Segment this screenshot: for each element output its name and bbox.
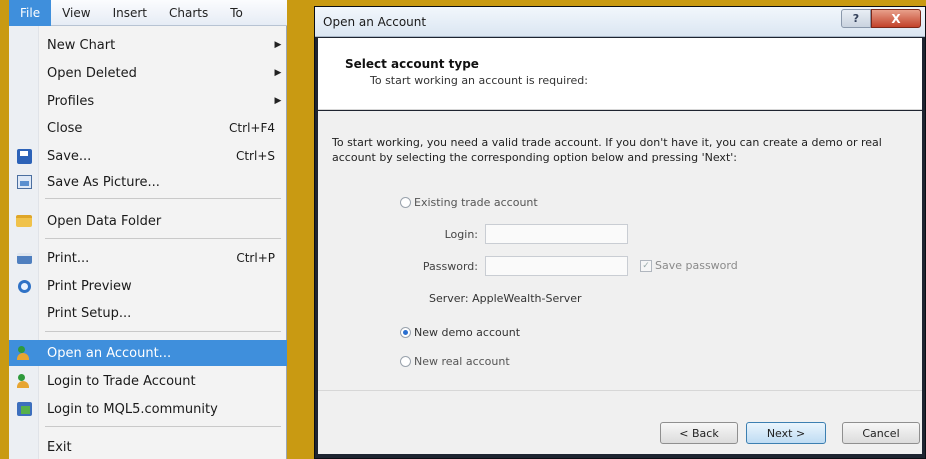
menu-item-label: New Chart	[47, 37, 116, 53]
radio-dot	[400, 197, 411, 208]
submenu-arrow-icon: ▶	[274, 40, 282, 50]
login-input[interactable]	[485, 224, 628, 244]
help-button[interactable]: ?	[841, 9, 871, 28]
menu-item-login-mql5[interactable]: Login to MQL5.community	[9, 396, 287, 422]
folder-icon	[16, 215, 32, 227]
menu-item-label: Save...	[47, 148, 92, 164]
menu-item-label: Login to MQL5.community	[47, 401, 218, 417]
menu-separator	[45, 331, 281, 332]
file-menu-panel: File View Insert Charts To New Chart ▶ O…	[9, 0, 287, 459]
intro-text: To start working, you need a valid trade…	[332, 136, 882, 164]
menu-item-label: Close	[47, 120, 83, 136]
menu-item-print-setup[interactable]: Print Setup...	[9, 300, 287, 326]
menu-item-close[interactable]: Close Ctrl+F4	[9, 115, 287, 141]
file-dropdown: New Chart ▶ Open Deleted ▶ Profiles ▶ Cl…	[9, 26, 287, 459]
menu-file[interactable]: File	[9, 0, 52, 26]
shortcut-label: Ctrl+F4	[229, 121, 275, 135]
menu-separator	[45, 238, 281, 239]
menu-insert[interactable]: Insert	[102, 0, 158, 26]
radio-dot	[400, 356, 411, 367]
dialog-header: Select account type To start working an …	[318, 38, 922, 110]
account-icon	[16, 346, 32, 360]
submenu-arrow-icon: ▶	[274, 96, 282, 106]
menu-item-label: Open an Account...	[47, 345, 172, 361]
menu-item-new-chart[interactable]: New Chart ▶	[9, 32, 287, 58]
menu-item-exit[interactable]: Exit	[9, 434, 287, 459]
mql5-icon	[16, 402, 32, 416]
shortcut-label: Ctrl+P	[236, 251, 275, 265]
menu-item-print-preview[interactable]: Print Preview	[9, 273, 287, 299]
checkbox-box: ✓	[640, 259, 652, 272]
header-title: Select account type	[345, 57, 479, 71]
picture-icon	[16, 175, 32, 189]
close-button[interactable]: X	[871, 9, 921, 28]
menubar: File View Insert Charts To	[9, 0, 287, 26]
menu-item-label: Print Setup...	[47, 305, 132, 321]
radio-new-demo-account[interactable]: New demo account	[400, 326, 520, 339]
server-row: Server: AppleWealth-Server	[429, 292, 582, 305]
menu-item-label: Profiles	[47, 93, 95, 109]
password-input[interactable]	[485, 256, 628, 276]
radio-label: New demo account	[414, 326, 521, 339]
menu-item-label: Open Data Folder	[47, 213, 162, 229]
password-label: Password:	[422, 260, 478, 273]
menu-item-label: Open Deleted	[47, 65, 137, 81]
cancel-button[interactable]: Cancel	[842, 422, 920, 444]
menu-item-open-deleted[interactable]: Open Deleted ▶	[9, 60, 287, 86]
menu-item-label: Exit	[47, 439, 72, 455]
dialog-titlebar[interactable]: Open an Account ? X	[315, 7, 925, 37]
server-label: Server:	[429, 292, 469, 305]
header-subtitle: To start working an account is required:	[370, 74, 588, 87]
menu-item-open-data-folder[interactable]: Open Data Folder	[9, 208, 287, 234]
menu-item-label: Print Preview	[47, 278, 132, 294]
checkbox-label: Save password	[655, 259, 738, 272]
menu-item-label: Print...	[47, 250, 90, 266]
next-button[interactable]: Next >	[746, 422, 826, 444]
open-account-dialog: Open an Account ? X Select account type …	[314, 6, 926, 459]
menu-separator	[45, 426, 281, 427]
menu-item-label: Save As Picture...	[47, 174, 160, 190]
menu-item-print[interactable]: Print... Ctrl+P	[9, 245, 287, 271]
printer-icon	[16, 252, 32, 264]
radio-new-real-account[interactable]: New real account	[400, 355, 510, 368]
menu-tools[interactable]: To	[219, 0, 254, 26]
login-label: Login:	[444, 228, 478, 241]
dialog-content: To start working, you need a valid trade…	[318, 111, 922, 390]
save-password-checkbox[interactable]: ✓ Save password	[640, 259, 738, 272]
dialog-title: Open an Account	[323, 15, 427, 29]
print-preview-icon	[17, 279, 31, 293]
save-icon	[16, 148, 32, 164]
menu-view[interactable]: View	[51, 0, 101, 26]
dialog-footer: < Back Next > Cancel	[318, 390, 922, 454]
login-icon	[16, 374, 32, 388]
server-value: AppleWealth-Server	[472, 292, 582, 305]
menu-charts[interactable]: Charts	[158, 0, 219, 26]
back-button[interactable]: < Back	[660, 422, 738, 444]
menu-item-login-trade-account[interactable]: Login to Trade Account	[9, 368, 287, 394]
radio-label: New real account	[414, 355, 510, 368]
menu-item-save[interactable]: Save... Ctrl+S	[9, 143, 287, 169]
menu-separator	[45, 198, 281, 199]
menu-item-profiles[interactable]: Profiles ▶	[9, 88, 287, 114]
menu-item-open-an-account[interactable]: Open an Account...	[9, 340, 287, 366]
menu-item-label: Login to Trade Account	[47, 373, 196, 389]
radio-existing-account[interactable]: Existing trade account	[400, 196, 538, 209]
radio-label: Existing trade account	[414, 196, 538, 209]
submenu-arrow-icon: ▶	[274, 68, 282, 78]
shortcut-label: Ctrl+S	[235, 149, 275, 163]
radio-dot	[400, 327, 411, 338]
menu-item-save-as-picture[interactable]: Save As Picture...	[9, 169, 287, 195]
